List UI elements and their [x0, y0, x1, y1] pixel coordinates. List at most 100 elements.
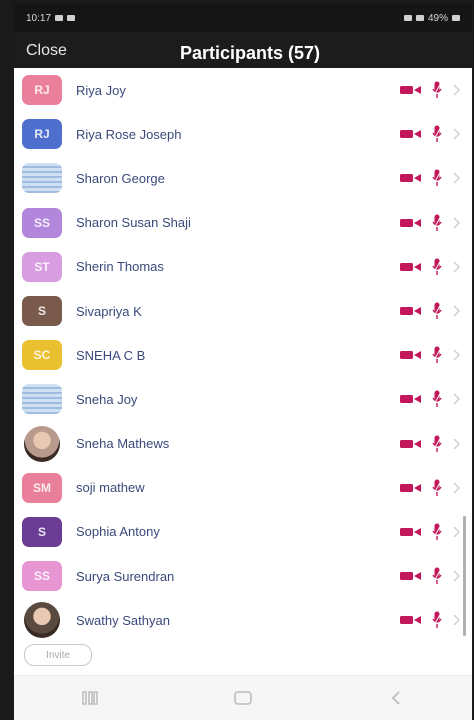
chevron-right-icon[interactable]	[452, 217, 460, 229]
invite-area: Invite	[14, 644, 472, 672]
mic-muted-icon	[432, 302, 442, 320]
status-bar: 10:17 49%	[14, 4, 472, 32]
mic-muted-icon	[432, 390, 442, 408]
back-button[interactable]	[376, 683, 416, 713]
chevron-right-icon[interactable]	[452, 349, 460, 361]
mic-muted-icon	[432, 611, 442, 629]
mic-muted-icon	[432, 214, 442, 231]
status-right: 49%	[403, 12, 460, 24]
avatar: S	[22, 516, 62, 547]
video-off-icon	[400, 351, 421, 360]
battery-percent: 49%	[427, 12, 448, 24]
mic-muted-icon	[432, 125, 442, 143]
participant-row[interactable]: RJ Riya Rose Joseph	[14, 112, 472, 156]
chevron-right-icon[interactable]	[452, 261, 460, 273]
avatar	[22, 384, 62, 415]
participant-status-icons	[400, 169, 460, 187]
participant-name: Sneha Joy	[76, 391, 138, 407]
avatar-initials: RJ	[34, 83, 50, 98]
participant-name: Swathy Sathyan	[76, 612, 170, 628]
chevron-right-icon[interactable]	[452, 482, 460, 494]
avatar: SS	[22, 207, 62, 238]
video-off-icon	[400, 616, 421, 625]
invite-button[interactable]: Invite	[24, 644, 92, 666]
status-time: 10:17	[26, 12, 52, 24]
home-button[interactable]	[223, 683, 263, 713]
participant-status-icons	[400, 346, 460, 364]
chevron-right-icon[interactable]	[452, 84, 460, 96]
wifi-icon	[403, 15, 412, 21]
avatar-initials: S	[37, 524, 46, 539]
avatar-initials: SS	[33, 215, 50, 230]
avatar: SS	[22, 561, 62, 592]
avatar: SM	[22, 472, 62, 503]
scrollbar[interactable]	[463, 516, 466, 636]
page-title: Participants (57)	[179, 42, 321, 63]
video-off-icon	[400, 262, 421, 271]
avatar	[22, 163, 62, 194]
participant-name: Surya Surendran	[76, 568, 175, 584]
avatar: RJ	[22, 119, 62, 150]
participant-row[interactable]: Swathy Sathyan	[14, 598, 472, 642]
chevron-right-icon[interactable]	[452, 526, 460, 538]
avatar-initials: SS	[33, 569, 50, 584]
avatar: ST	[22, 251, 62, 282]
android-nav-bar	[14, 675, 472, 720]
participant-row[interactable]: Sneha Mathews	[14, 422, 472, 466]
participant-row[interactable]: SM soji mathew	[14, 466, 472, 510]
back-icon	[391, 691, 400, 705]
participant-name: Sivapriya K	[76, 303, 142, 319]
mic-muted-icon	[432, 523, 442, 541]
mic-muted-icon	[432, 81, 442, 99]
home-icon	[234, 691, 252, 705]
participant-row[interactable]: SS Sharon Susan Shaji	[14, 201, 472, 245]
notification-icon	[55, 15, 64, 21]
video-off-icon	[400, 572, 421, 581]
avatar	[24, 602, 60, 639]
participant-name: Sharon Susan Shaji	[76, 215, 191, 231]
chevron-right-icon[interactable]	[452, 393, 460, 405]
phone-screen: 10:17 49% Close Participants (57) RJ Riya…	[14, 4, 472, 720]
participant-name: Riya Joy	[76, 82, 126, 98]
avatar	[24, 425, 60, 462]
chevron-right-icon[interactable]	[452, 305, 460, 317]
participant-name: Sophia Antony	[76, 524, 160, 540]
participant-status-icons	[400, 390, 460, 408]
participant-row[interactable]: ST Sherin Thomas	[14, 245, 472, 289]
participant-status-icons	[400, 611, 460, 629]
mic-muted-icon	[432, 169, 442, 187]
participant-list[interactable]: RJ Riya Joy RJ Riya Rose Joseph Sharon Georg…	[14, 68, 472, 648]
participant-row[interactable]: RJ Riya Joy	[14, 68, 472, 112]
signal-icon	[415, 15, 424, 21]
video-off-icon	[400, 483, 421, 492]
participant-status-icons	[400, 214, 460, 232]
participant-status-icons	[400, 523, 460, 541]
close-button[interactable]: Close	[26, 42, 67, 60]
video-off-icon	[400, 218, 421, 227]
video-off-icon	[400, 86, 421, 95]
participant-row[interactable]: Sneha Joy	[14, 377, 472, 421]
recent-apps-button[interactable]	[70, 683, 110, 713]
participant-row[interactable]: Sharon George	[14, 156, 472, 200]
chevron-right-icon[interactable]	[452, 614, 460, 626]
recent-apps-icon	[82, 691, 99, 705]
chevron-right-icon[interactable]	[452, 438, 460, 450]
battery-icon	[452, 15, 460, 21]
participant-status-icons	[400, 302, 460, 320]
participant-name: SNEHA C B	[76, 347, 146, 363]
participant-row[interactable]: S Sivapriya K	[14, 289, 472, 333]
participant-status-icons	[400, 567, 460, 585]
chevron-right-icon[interactable]	[452, 128, 460, 140]
avatar-initials: RJ	[34, 127, 50, 142]
participant-status-icons	[400, 125, 460, 143]
chevron-right-icon[interactable]	[452, 172, 460, 184]
participant-status-icons	[400, 81, 460, 99]
participant-row[interactable]: SC SNEHA C B	[14, 333, 472, 377]
chevron-right-icon[interactable]	[452, 570, 460, 582]
avatar-initials: SM	[33, 480, 51, 495]
video-off-icon	[400, 174, 421, 183]
participant-row[interactable]: SS Surya Surendran	[14, 554, 472, 598]
mic-muted-icon	[432, 479, 442, 497]
video-off-icon	[400, 307, 421, 316]
participant-row[interactable]: S Sophia Antony	[14, 510, 472, 554]
